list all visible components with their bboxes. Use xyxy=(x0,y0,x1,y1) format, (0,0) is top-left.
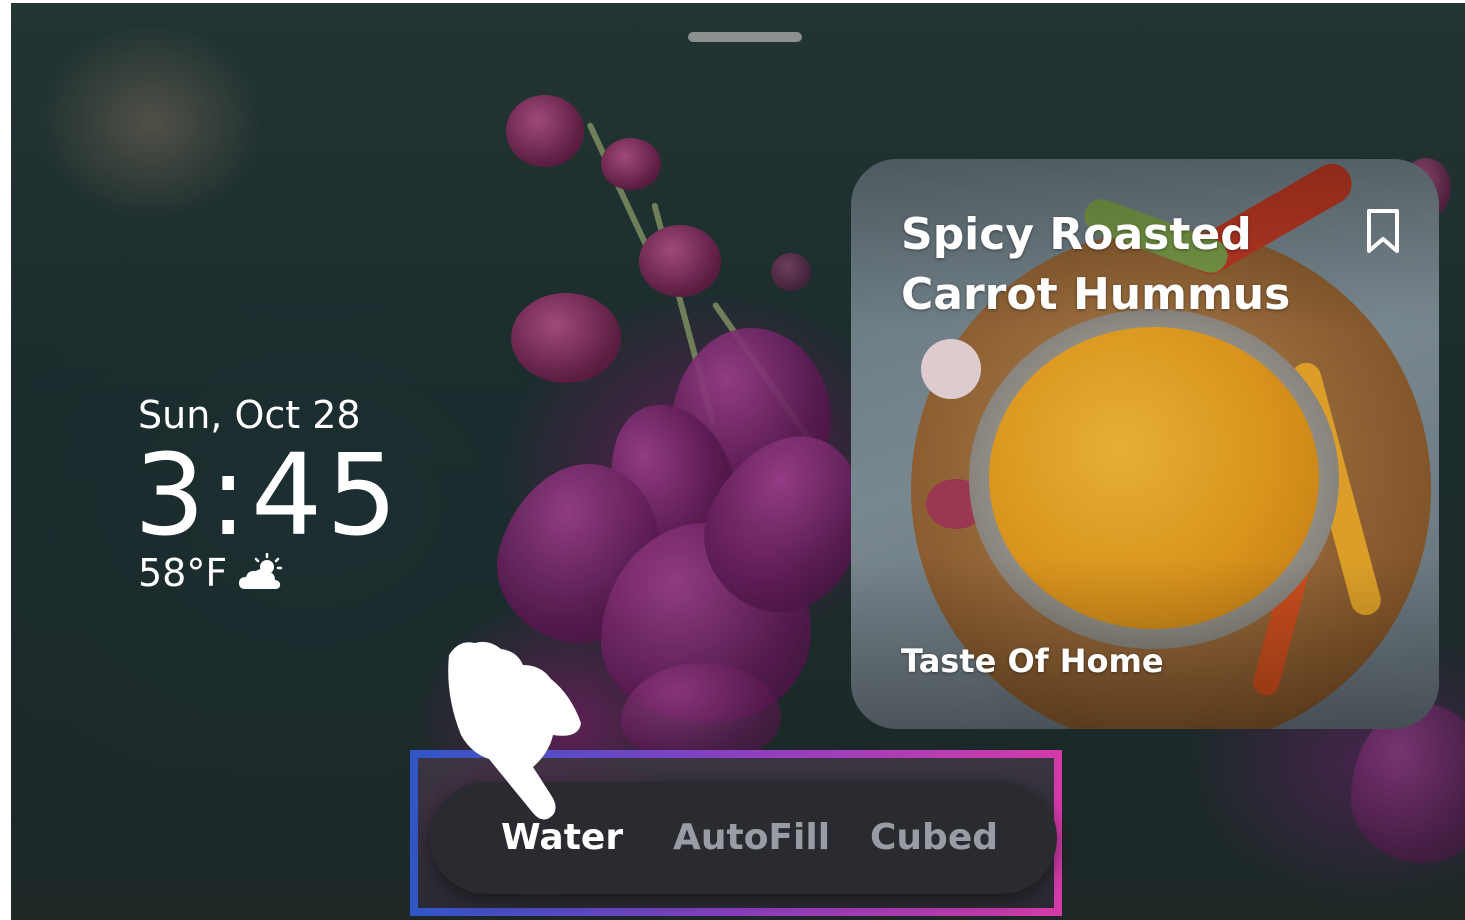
time-label: 3:45 xyxy=(134,431,402,561)
clock-widget: Sun, Oct 28 3:45 58°F xyxy=(134,393,402,595)
bookmark-icon[interactable] xyxy=(1363,207,1403,255)
pointing-hand-icon xyxy=(448,641,581,820)
recipe-card[interactable]: Spicy Roasted Carrot Hummus Taste Of Hom… xyxy=(851,159,1439,729)
partly-sunny-icon xyxy=(239,553,283,589)
temperature-label: 58°F xyxy=(138,551,228,595)
recipe-title: Spicy Roasted Carrot Hummus xyxy=(901,209,1291,320)
drag-handle[interactable] xyxy=(688,32,802,42)
tab-cubed[interactable]: Cubed xyxy=(870,782,998,894)
screensaver-screen: Sun, Oct 28 3:45 58°F Spicy Roasted Carr… xyxy=(11,3,1465,920)
recipe-source: Taste Of Home xyxy=(901,642,1164,680)
tab-autofill[interactable]: AutoFill xyxy=(673,782,830,894)
